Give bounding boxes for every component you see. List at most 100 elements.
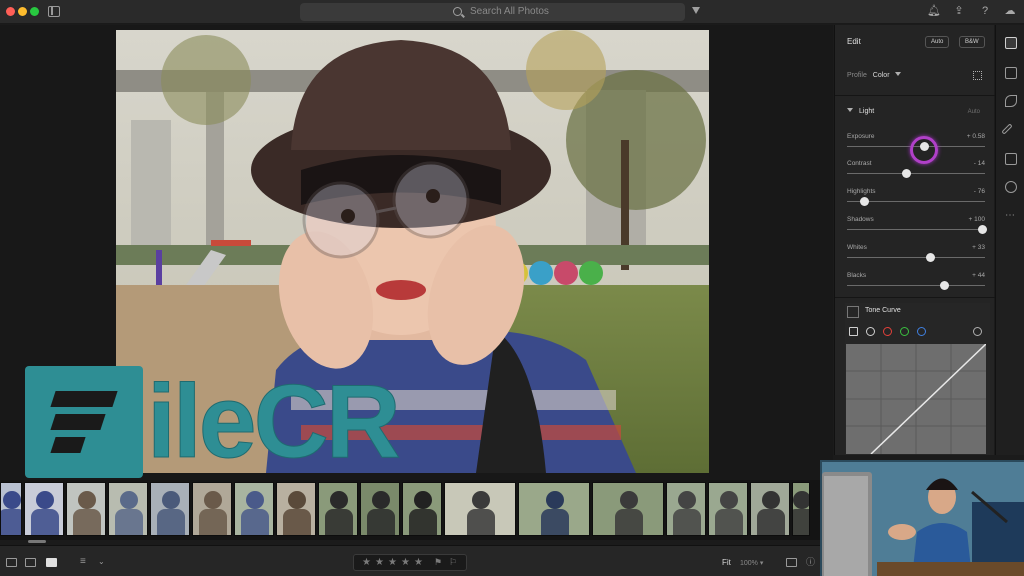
slider-value[interactable]: + 0.58 (967, 133, 985, 140)
slider-whites[interactable]: Whites + 33 (847, 244, 985, 268)
edit-sliders-icon[interactable] (1005, 37, 1017, 49)
single-view-icon[interactable] (46, 558, 57, 567)
slider-track[interactable] (847, 229, 985, 230)
slider-blacks[interactable]: Blacks + 44 (847, 272, 985, 296)
slider-track[interactable] (847, 257, 985, 258)
rgb-channel-icon[interactable] (866, 327, 875, 336)
star-icon[interactable]: ★ (362, 557, 371, 568)
brush-icon[interactable] (1001, 123, 1013, 135)
edit-panel-title: Edit (847, 37, 861, 46)
light-section-header[interactable]: Light (847, 108, 874, 115)
crop-icon[interactable] (1005, 67, 1017, 79)
bottom-toolbar: ≡ ⌄ ★ ★ ★ ★ ★ ⚑ ⚐ Fit 100% ▾ ⓘ (0, 545, 822, 576)
blue-channel-icon[interactable] (917, 327, 926, 336)
point-curve-icon[interactable] (849, 327, 858, 336)
tone-curve-graph[interactable] (846, 344, 986, 454)
more-options-icon[interactable]: ⋯ (1005, 211, 1017, 223)
search-bar[interactable]: Search All Photos (300, 3, 685, 21)
thumbnail-figure (3, 491, 21, 509)
watermark-logo-icon (25, 366, 143, 478)
bw-button[interactable]: B&W (959, 36, 985, 48)
flag-reject-icon[interactable]: ⚐ (449, 557, 457, 568)
filmstrip-thumbnail[interactable] (66, 482, 106, 536)
filmstrip-thumbnail[interactable] (150, 482, 190, 536)
slider-knob[interactable] (925, 253, 935, 262)
healing-brush-icon[interactable] (1005, 95, 1017, 107)
profile-browser-icon[interactable] (973, 71, 982, 80)
tool-rail: ⋯ (995, 25, 1024, 455)
sort-icon[interactable]: ≡ (80, 557, 91, 567)
linear-gradient-icon[interactable] (1005, 153, 1017, 165)
filmstrip-thumbnail[interactable] (666, 482, 706, 536)
red-channel-icon[interactable] (883, 327, 892, 336)
search-placeholder: Search All Photos (470, 6, 549, 17)
filmstrip-scrollbar[interactable] (28, 540, 46, 543)
slider-knob[interactable] (902, 169, 912, 178)
sort-chevron-icon[interactable]: ⌄ (98, 558, 109, 567)
thumbnail-figure (330, 491, 348, 509)
star-icon[interactable]: ★ (401, 557, 410, 568)
slider-highlights[interactable]: Highlights - 76 (847, 188, 985, 212)
sidebar-toggle-icon[interactable] (48, 6, 60, 17)
filmstrip-thumbnail[interactable] (234, 482, 274, 536)
filmstrip-thumbnail[interactable] (276, 482, 316, 536)
square-grid-icon[interactable] (25, 558, 36, 567)
minimize-window-button[interactable] (18, 7, 27, 16)
slider-knob[interactable] (939, 281, 949, 290)
close-window-button[interactable] (6, 7, 15, 16)
target-adjust-icon[interactable] (973, 327, 982, 336)
slider-shadows[interactable]: Shadows + 100 (847, 216, 988, 240)
filmstrip-thumbnail[interactable] (750, 482, 790, 536)
help-icon[interactable]: ? (979, 5, 991, 17)
radial-gradient-icon[interactable] (1005, 181, 1017, 193)
slider-value[interactable]: - 14 (974, 160, 985, 167)
slider-value[interactable]: + 100 (969, 216, 985, 223)
filter-icon[interactable] (692, 7, 700, 14)
profile-label: Profile (847, 72, 867, 79)
filmstrip-thumbnail[interactable] (24, 482, 64, 536)
filmstrip-thumbnail[interactable] (592, 482, 664, 536)
fit-button[interactable]: Fit (722, 558, 731, 567)
star-icon[interactable]: ★ (375, 557, 384, 568)
filmstrip-thumbnail[interactable] (192, 482, 232, 536)
chevron-down-icon (847, 108, 853, 112)
bell-icon[interactable]: 🔔︎ (927, 5, 941, 17)
star-icon[interactable]: ★ (388, 557, 397, 568)
star-icon[interactable]: ★ (414, 557, 423, 568)
filmstrip-thumbnail[interactable] (518, 482, 590, 536)
filmstrip-thumbnail[interactable] (318, 482, 358, 536)
slider-knob[interactable] (978, 225, 988, 234)
filmstrip-thumbnail[interactable] (0, 482, 22, 536)
slider-knob[interactable] (859, 197, 869, 206)
filmstrip-thumbnail[interactable] (108, 482, 148, 536)
filmstrip-thumbnail[interactable] (444, 482, 516, 536)
slider-exposure[interactable]: Exposure + 0.58 (847, 133, 985, 164)
profile-selector[interactable]: Profile Color (847, 72, 907, 79)
flag-pick-icon[interactable]: ⚑ (434, 557, 442, 568)
thumbnail-figure (78, 491, 96, 509)
thumbnail-figure (793, 491, 809, 509)
green-channel-icon[interactable] (900, 327, 909, 336)
slider-value[interactable]: - 76 (974, 188, 985, 195)
auto-button[interactable]: Auto (925, 36, 950, 48)
slider-contrast[interactable]: Contrast - 14 (847, 160, 985, 184)
cloud-sync-icon[interactable]: ☁ (1004, 5, 1016, 17)
compare-view-icon[interactable] (786, 558, 797, 567)
slider-label: Whites (847, 244, 867, 251)
zoom-dropdown[interactable]: 100% ▾ (740, 559, 763, 567)
filmstrip-thumbnail[interactable] (708, 482, 748, 536)
filmstrip-thumbnail[interactable] (792, 482, 810, 536)
filmstrip-thumbnail[interactable] (402, 482, 442, 536)
slider-value[interactable]: + 33 (972, 244, 985, 251)
slider-track[interactable] (847, 173, 985, 174)
maximize-window-button[interactable] (30, 7, 39, 16)
title-bar: Search All Photos 🔔︎ ⇪ ? ☁ (0, 0, 1024, 24)
slider-track[interactable] (847, 285, 985, 286)
share-icon[interactable]: ⇪ (953, 5, 965, 17)
grid-view-icon[interactable] (6, 558, 17, 567)
filmstrip-thumbnail[interactable] (360, 482, 400, 536)
watermark-text: ileCR (147, 364, 402, 480)
slider-value[interactable]: + 44 (972, 272, 985, 279)
info-icon[interactable]: ⓘ (806, 558, 817, 567)
light-auto-button[interactable]: Auto (968, 109, 980, 115)
